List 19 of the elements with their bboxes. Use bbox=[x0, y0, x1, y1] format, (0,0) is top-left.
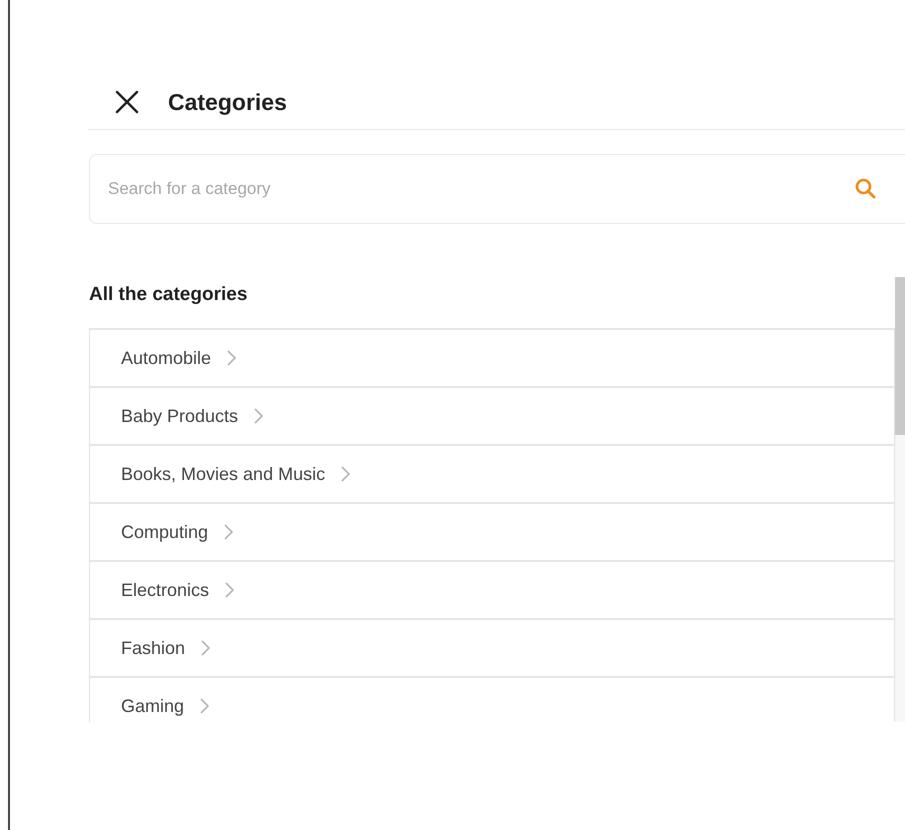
close-icon bbox=[114, 88, 140, 114]
category-item[interactable]: Gaming bbox=[90, 676, 895, 722]
scrollbar[interactable] bbox=[895, 277, 905, 722]
chevron-right-icon bbox=[201, 640, 210, 656]
chevron-right-icon bbox=[225, 582, 234, 598]
section-heading: All the categories bbox=[89, 283, 248, 307]
chevron-right-icon bbox=[341, 466, 350, 482]
panel-title: Categories bbox=[168, 88, 287, 116]
chevron-right-icon bbox=[200, 698, 210, 714]
chevron-right-icon bbox=[224, 524, 234, 540]
category-item[interactable]: Computing bbox=[90, 502, 895, 560]
search-field[interactable]: Search for a category bbox=[89, 154, 905, 224]
category-item[interactable]: Books, Movies and Music bbox=[90, 444, 895, 502]
chevron-right-icon bbox=[254, 408, 264, 424]
category-item[interactable]: Automobile bbox=[90, 328, 895, 386]
category-item[interactable]: Electronics bbox=[90, 560, 895, 618]
category-item[interactable]: Fashion bbox=[90, 618, 895, 676]
category-item[interactable]: Baby Products bbox=[90, 386, 895, 444]
chevron-right-icon bbox=[227, 350, 236, 366]
